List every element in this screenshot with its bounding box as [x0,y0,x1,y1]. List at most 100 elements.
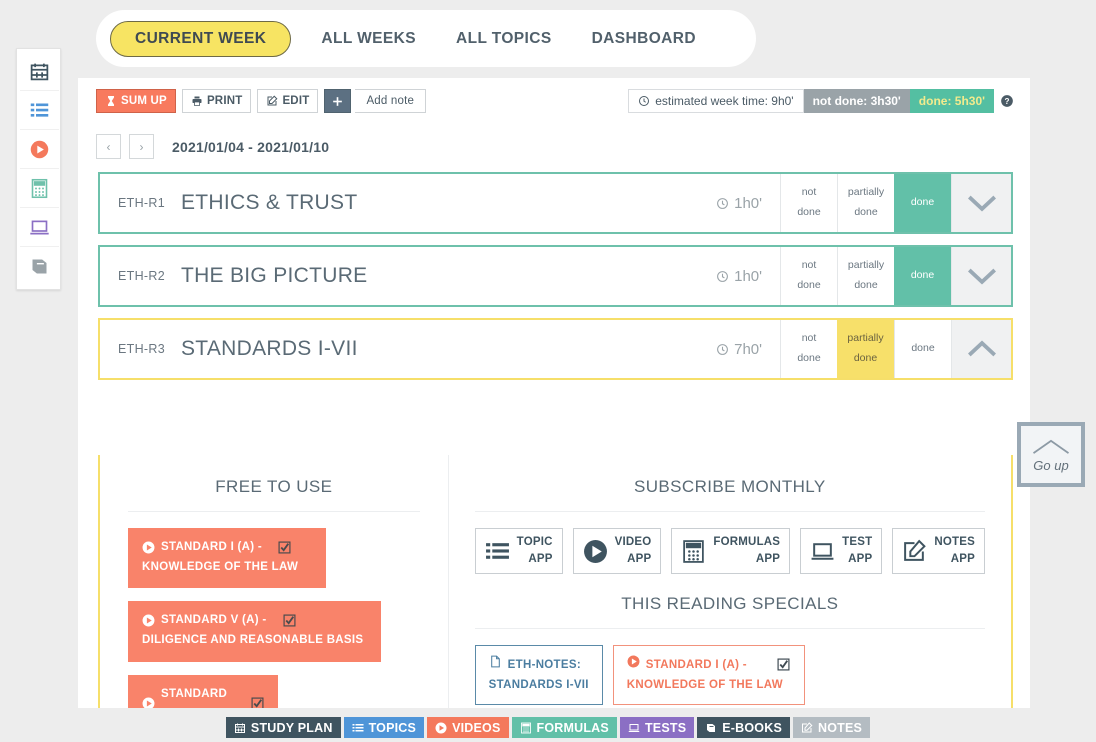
hourglass-icon [105,95,117,107]
add-note-button[interactable]: Add note [324,89,426,113]
test-app-label: TEST APP [842,534,872,567]
checkbox-checked-icon[interactable] [251,697,264,708]
free-video-line2: DILIGENCE AND REASONABLE BASIS [142,630,367,650]
special-video-line2: KNOWLEDGE OF THE LAW [627,675,791,695]
laptop-icon [29,217,50,238]
bottom-nav-topics[interactable]: TOPICS [344,717,425,738]
free-to-use-column: FREE TO USE STANDARD I (A) - KNOWLEDGE O… [100,455,448,708]
checkbox-checked-icon[interactable] [777,658,791,672]
main-tabs: CURRENT WEEK ALL WEEKS ALL TOPICS DASHBO… [96,10,756,67]
free-video-line1: STANDARD VII [161,684,235,709]
go-up-button[interactable]: Go up [1017,422,1085,487]
specials-list: ETH-NOTES: STANDARDS I-VII STANDARD I (A… [475,645,985,708]
special-video-line1: STANDARD I (A) - [646,655,747,675]
state-partially-done[interactable]: partially done [837,247,894,305]
week-navigation: ‹ › 2021/01/04 - 2021/01/10 [96,134,329,159]
state-done[interactable]: done [894,174,951,232]
free-video-card[interactable]: STANDARD V (A) - DILIGENCE AND REASONABL… [128,601,381,661]
checkbox-checked-icon[interactable] [283,614,296,627]
rail-item-videos[interactable] [20,130,59,169]
app-button-group: TOPIC APP VIDEO APP [475,528,985,574]
bottom-nav-formulas[interactable]: FORMULAS [512,717,617,738]
next-week-button[interactable]: › [129,134,154,159]
table-row[interactable]: ETH-R2 THE BIG PICTURE 1h0' not done par… [98,245,1013,307]
topic-app-label: TOPIC APP [517,534,553,567]
expand-toggle[interactable] [951,247,1011,305]
icon-rail [16,48,61,290]
chevron-down-icon [965,265,999,287]
rail-item-topics[interactable] [20,91,59,130]
rail-item-formulas[interactable] [20,169,59,208]
list-icon [485,539,510,564]
table-row[interactable]: ETH-R1 ETHICS & TRUST 1h0' not done part… [98,172,1013,234]
help-icon[interactable]: ? [1000,89,1014,113]
row-main: ETH-R3 STANDARDS I-VII [100,320,716,378]
tab-dashboard[interactable]: DASHBOARD [572,21,716,57]
bottom-nav-videos[interactable]: VIDEOS [427,717,508,738]
sum-up-button[interactable]: SUM UP [96,89,176,113]
topic-row-list: ETH-R1 ETHICS & TRUST 1h0' not done part… [98,172,1013,391]
rail-item-ebooks[interactable] [20,247,59,286]
formulas-app-button[interactable]: FORMULAS APP [671,528,790,574]
notes-app-label: NOTES APP [934,534,975,567]
notes-app-button[interactable]: NOTES APP [892,528,985,574]
special-video-card[interactable]: STANDARD I (A) - KNOWLEDGE OF THE LAW [613,645,805,705]
pdf-note-card[interactable]: ETH-NOTES: STANDARDS I-VII [475,645,603,705]
prev-week-button[interactable]: ‹ [96,134,121,159]
row-time-label: 1h0' [734,268,762,285]
collapse-toggle[interactable] [951,320,1011,378]
list-icon [352,722,364,734]
rail-item-calendar[interactable] [20,52,59,91]
add-note-label: Add note [355,89,426,113]
print-label: PRINT [207,95,243,107]
tab-all-topics[interactable]: ALL TOPICS [436,21,572,57]
row-title: STANDARDS I-VII [181,337,358,361]
subscribe-heading: SUBSCRIBE MONTHLY [475,477,985,512]
video-app-label: VIDEO APP [615,534,652,567]
state-not-done[interactable]: not done [780,247,837,305]
bottom-nav-notes[interactable]: NOTES [793,717,870,738]
subscribe-column: SUBSCRIBE MONTHLY TOPIC APP [448,455,1011,708]
list-icon [29,100,50,121]
bottom-nav-study-plan[interactable]: STUDY PLAN [226,717,341,738]
calendar-icon [29,61,50,82]
state-done[interactable]: done [894,320,951,378]
play-icon [142,614,155,627]
expand-toggle[interactable] [951,174,1011,232]
tab-all-weeks[interactable]: ALL WEEKS [301,21,436,57]
clock-icon [716,270,729,283]
bottom-nav-label: VIDEOS [452,721,500,735]
state-partially-done[interactable]: partially done [837,320,894,378]
topic-app-button[interactable]: TOPIC APP [475,528,563,574]
play-circle-icon [29,139,50,160]
bottom-nav-ebooks[interactable]: E-BOOKS [697,717,790,738]
state-done[interactable]: done [894,247,951,305]
checkbox-checked-icon[interactable] [278,541,291,554]
print-button[interactable]: PRINT [182,89,252,113]
free-video-line2: KNOWLEDGE OF THE LAW [142,557,312,577]
free-video-card[interactable]: STANDARD VII (A) & VII (B) [128,675,278,709]
tab-current-week[interactable]: CURRENT WEEK [110,21,291,57]
video-app-button[interactable]: VIDEO APP [573,528,662,574]
free-to-use-heading: FREE TO USE [128,477,420,512]
free-video-line1: STANDARD V (A) - [161,610,267,630]
bottom-nav-tests[interactable]: TESTS [620,717,694,738]
row-title: THE BIG PICTURE [181,264,368,288]
formulas-app-label: FORMULAS APP [713,534,780,567]
test-app-button[interactable]: TEST APP [800,528,882,574]
rail-item-tests[interactable] [20,208,59,247]
table-row[interactable]: ETH-R3 STANDARDS I-VII 7h0' not done par… [98,318,1013,380]
clock-icon [716,197,729,210]
bottom-nav-label: STUDY PLAN [251,721,333,735]
free-video-card[interactable]: STANDARD I (A) - KNOWLEDGE OF THE LAW [128,528,326,588]
state-not-done[interactable]: not done [780,174,837,232]
notes-icon [801,722,813,734]
book-icon [29,256,50,277]
state-partially-done[interactable]: partially done [837,174,894,232]
done-badge: done: 5h30' [910,89,994,113]
estimated-time-badge: estimated week time: 9h0' [628,89,803,113]
edit-button[interactable]: EDIT [257,89,318,113]
state-not-done[interactable]: not done [780,320,837,378]
clock-icon [716,343,729,356]
week-range-label: 2021/01/04 - 2021/01/10 [172,139,329,155]
